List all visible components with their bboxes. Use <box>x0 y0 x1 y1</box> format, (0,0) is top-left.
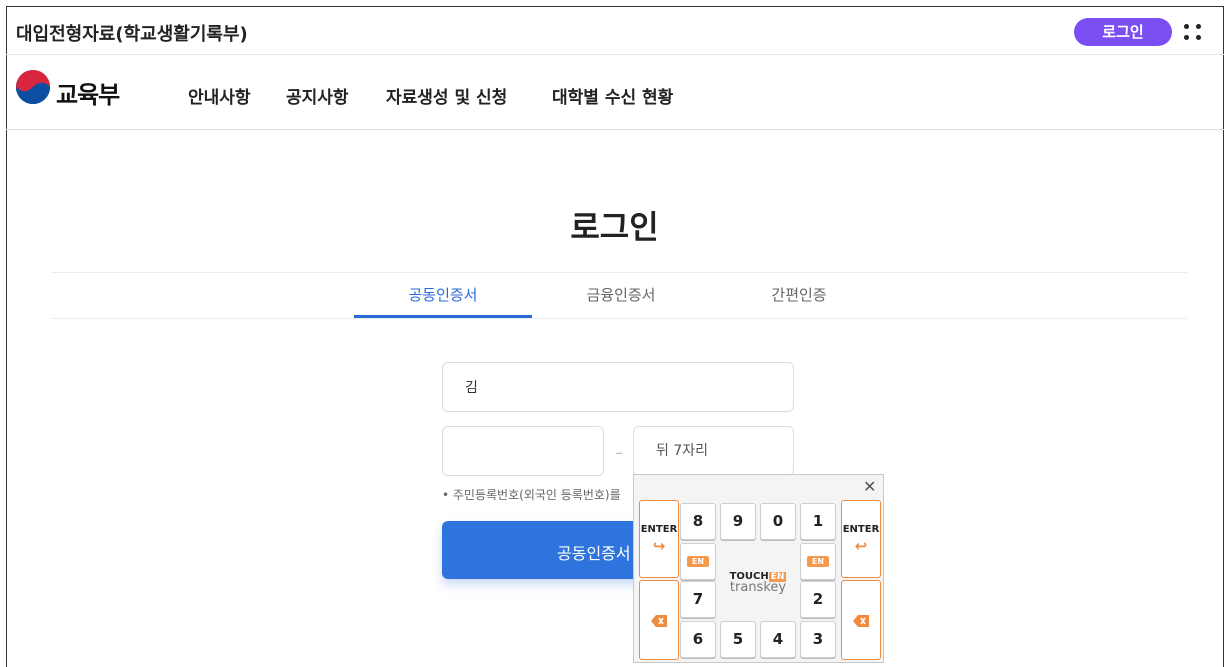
close-icon[interactable]: ✕ <box>863 477 876 496</box>
rrn-front-input[interactable] <box>442 426 604 476</box>
enter-label: ENTER <box>842 524 880 535</box>
keypad-key[interactable]: 4 <box>760 621 796 658</box>
keypad-lang-key[interactable]: EN <box>680 543 716 580</box>
brand-transkey: transkey <box>729 580 787 595</box>
main-nav: 교육부 안내사항 공지사항 자료생성 및 신청 대학별 수신 현황 <box>6 55 1224 130</box>
login-button[interactable]: 로그인 <box>1074 18 1172 46</box>
keypad-key[interactable]: 1 <box>800 503 836 540</box>
keypad-key[interactable]: 5 <box>720 621 756 658</box>
virtual-keypad: ✕ ENTER ↪ ENTER ↩ 8 9 0 1 EN EN 7 2 TOUC… <box>633 474 884 663</box>
grid-dots-icon[interactable] <box>1182 22 1206 42</box>
auth-tabs: 공동인증서 금융인증서 간편인증 <box>52 272 1187 319</box>
keypad-key[interactable]: 8 <box>680 503 716 540</box>
enter-label: ENTER <box>640 524 678 535</box>
tab-joint-certificate[interactable]: 공동인증서 <box>354 273 532 318</box>
name-input[interactable] <box>442 362 794 412</box>
nav-item-guide[interactable]: 안내사항 <box>188 83 251 108</box>
keypad-key[interactable]: 3 <box>800 621 836 658</box>
keypad-key[interactable]: 2 <box>800 581 836 618</box>
backspace-icon <box>853 615 869 627</box>
keypad-key[interactable]: 9 <box>720 503 756 540</box>
nav-item-university-status[interactable]: 대학별 수신 현황 <box>552 83 673 108</box>
keypad-key[interactable]: 0 <box>760 503 796 540</box>
en-badge: EN <box>687 556 709 567</box>
nav-item-request[interactable]: 자료생성 및 신청 <box>386 83 507 108</box>
tab-simple-auth[interactable]: 간편인증 <box>710 273 888 318</box>
site-title: 대입전형자료(학교생활기록부) <box>16 24 248 45</box>
rrn-notice-text: • 주민등록번호(외국인 등록번호)를 <box>442 488 621 502</box>
keypad-enter-left[interactable]: ENTER ↪ <box>639 500 679 578</box>
nav-item-notice[interactable]: 공지사항 <box>286 83 349 108</box>
enter-arrow-icon: ↪ <box>652 537 666 555</box>
keypad-enter-right[interactable]: ENTER ↩ <box>841 500 881 578</box>
keypad-delete-right[interactable] <box>841 580 881 660</box>
rrn-back-input[interactable] <box>633 426 794 476</box>
top-bar: 대입전형자료(학교생활기록부) 로그인 <box>6 8 1224 55</box>
tab-financial-certificate[interactable]: 금융인증서 <box>532 273 710 318</box>
page-title: 로그인 <box>570 208 659 246</box>
transkey-logo: TOUCH EN transkey <box>722 571 794 595</box>
en-badge: EN <box>807 556 829 567</box>
government-emblem-icon[interactable] <box>14 69 52 105</box>
cert-button-label: 공동인증서 <box>557 544 631 563</box>
enter-arrow-icon: ↩ <box>854 537 868 555</box>
logo-text[interactable]: 교육부 <box>56 75 120 110</box>
backspace-icon <box>651 615 667 627</box>
rrn-separator: – <box>615 443 623 462</box>
keypad-delete-left[interactable] <box>639 580 679 660</box>
keypad-key[interactable]: 7 <box>680 581 716 618</box>
keypad-lang-key[interactable]: EN <box>800 543 836 580</box>
keypad-key[interactable]: 6 <box>680 621 716 658</box>
